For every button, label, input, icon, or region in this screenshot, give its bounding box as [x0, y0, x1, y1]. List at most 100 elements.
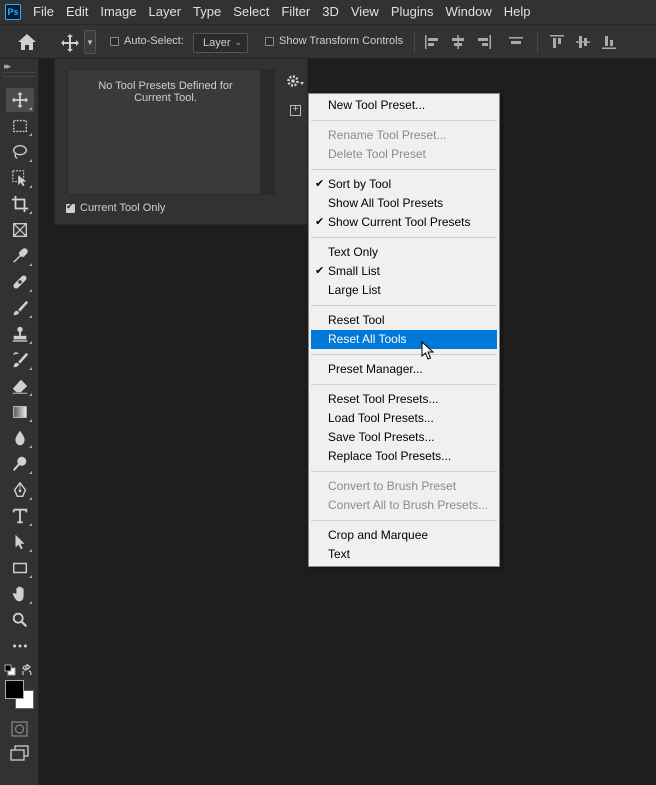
menu-item-replace-tool-presets[interactable]: Replace Tool Presets...	[311, 447, 497, 466]
menu-item-reset-tool-presets[interactable]: Reset Tool Presets...	[311, 390, 497, 409]
menu-item-label: Preset Manager...	[328, 362, 423, 376]
history-brush-tool[interactable]	[6, 348, 34, 372]
path-select-tool[interactable]	[6, 530, 34, 554]
menu-item-save-tool-presets[interactable]: Save Tool Presets...	[311, 428, 497, 447]
current-tool-only-checkbox[interactable]	[66, 201, 75, 213]
menu-item-label: Convert to Brush Preset	[328, 479, 457, 493]
type-tool[interactable]	[6, 504, 34, 528]
menu-item-preset-manager[interactable]: Preset Manager...	[311, 360, 497, 379]
menu-item-label: Delete Tool Preset	[328, 147, 426, 161]
hand-tool[interactable]	[6, 582, 34, 606]
marquee-icon	[13, 119, 27, 133]
lasso-icon	[13, 145, 27, 159]
blur-tool[interactable]	[6, 426, 34, 450]
frame-icon	[13, 223, 27, 237]
tool-preset-picker-button[interactable]: ▼	[84, 30, 96, 54]
menu-image[interactable]: Image	[94, 0, 142, 24]
align-middle-icon[interactable]	[575, 34, 591, 50]
menu-separator	[311, 354, 497, 355]
auto-select-checkbox[interactable]	[110, 36, 119, 46]
menu-layer[interactable]: Layer	[143, 0, 188, 24]
pen-tool[interactable]	[6, 478, 34, 502]
align-bottom-icon[interactable]	[601, 34, 617, 50]
screen-mode-icon[interactable]	[10, 745, 29, 761]
menu-select[interactable]: Select	[227, 0, 275, 24]
panel-grip[interactable]	[2, 72, 35, 77]
menu-item-large-list[interactable]: Large List	[311, 281, 497, 300]
rectangle-icon	[12, 562, 28, 574]
quick-mask-icon[interactable]	[11, 721, 28, 737]
menu-item-text-only[interactable]: Text Only	[311, 243, 497, 262]
menu-separator	[311, 305, 497, 306]
auto-select-group: Auto-Select:	[110, 35, 184, 47]
checkmark-icon: ✔	[315, 216, 325, 228]
dodge-tool[interactable]	[6, 452, 34, 476]
gradient-icon	[13, 406, 27, 418]
menu-item-text[interactable]: Text	[311, 545, 497, 564]
show-transform-checkbox[interactable]	[265, 36, 274, 46]
eraser-icon	[12, 379, 28, 394]
align-right-icon[interactable]	[476, 34, 492, 50]
move-tool[interactable]	[6, 88, 34, 112]
zoom-icon	[12, 612, 28, 628]
align-left-icon[interactable]	[424, 34, 440, 50]
marquee-tool[interactable]	[6, 114, 34, 138]
menu-item-convert-all-to-brush-presets: Convert All to Brush Presets...	[311, 496, 497, 515]
align-center-icon[interactable]	[450, 34, 466, 50]
align-top-edges-icon[interactable]	[508, 34, 524, 50]
object-select-tool[interactable]	[6, 166, 34, 190]
auto-select-target-dropdown[interactable]: Layer ⌄	[193, 33, 248, 53]
menu-item-sort-by-tool[interactable]: ✔ Sort by Tool	[311, 175, 497, 194]
menu-3d[interactable]: 3D	[316, 0, 345, 24]
new-preset-icon[interactable]: +	[290, 105, 301, 116]
align-top-icon[interactable]	[549, 34, 565, 50]
menu-help[interactable]: Help	[498, 0, 537, 24]
foreground-color-swatch[interactable]	[5, 680, 24, 699]
menu-item-load-tool-presets[interactable]: Load Tool Presets...	[311, 409, 497, 428]
menu-item-crop-and-marquee[interactable]: Crop and Marquee	[311, 526, 497, 545]
menu-type[interactable]: Type	[187, 0, 227, 24]
zoom-tool[interactable]	[6, 608, 34, 632]
menu-item-new-tool-preset[interactable]: New Tool Preset...	[311, 96, 497, 115]
home-icon[interactable]	[17, 33, 37, 51]
menu-edit[interactable]: Edit	[60, 0, 94, 24]
chevron-down-icon: ▼	[86, 37, 94, 47]
frame-tool[interactable]	[6, 218, 34, 242]
menu-filter[interactable]: Filter	[275, 0, 316, 24]
crop-tool[interactable]	[6, 192, 34, 216]
more-tools[interactable]	[6, 634, 34, 658]
rectangle-tool[interactable]	[6, 556, 34, 580]
lasso-tool[interactable]	[6, 140, 34, 164]
menu-item-show-all-tool-presets[interactable]: Show All Tool Presets	[311, 194, 497, 213]
divider	[414, 32, 415, 53]
healing-brush-tool[interactable]	[6, 270, 34, 294]
color-swatches	[5, 680, 35, 710]
menu-item-label: Large List	[328, 283, 381, 297]
collapse-panel-icon[interactable]: ▸▸	[4, 61, 11, 72]
menu-view[interactable]: View	[345, 0, 385, 24]
brush-tool[interactable]	[6, 296, 34, 320]
eyedropper-tool[interactable]	[6, 244, 34, 268]
default-colors-icon[interactable]	[4, 664, 16, 676]
menu-file[interactable]: File	[27, 0, 60, 24]
tool-presets-list[interactable]: No Tool Presets Defined for Current Tool…	[67, 69, 261, 195]
gear-icon[interactable]	[285, 73, 305, 90]
menu-item-reset-all-tools[interactable]: Reset All Tools	[311, 330, 497, 349]
move-tool-icon[interactable]	[60, 33, 80, 53]
clone-stamp-tool[interactable]	[6, 322, 34, 346]
menu-item-show-current-tool-presets[interactable]: ✔ Show Current Tool Presets	[311, 213, 497, 232]
menu-item-label: Reset Tool Presets...	[328, 392, 439, 406]
menu-plugins[interactable]: Plugins	[385, 0, 440, 24]
swap-colors-icon[interactable]	[21, 664, 33, 676]
menu-window[interactable]: Window	[439, 0, 497, 24]
empty-presets-message: No Tool Presets Defined for Current Tool…	[98, 80, 233, 104]
gradient-tool[interactable]	[6, 400, 34, 424]
presets-scrollbar[interactable]	[261, 69, 275, 195]
checkmark-icon: ✔	[315, 265, 325, 277]
eraser-tool[interactable]	[6, 374, 34, 398]
tool-presets-panel: No Tool Presets Defined for Current Tool…	[54, 59, 308, 225]
menu-separator	[311, 384, 497, 385]
menu-item-reset-tool[interactable]: Reset Tool	[311, 311, 497, 330]
menu-item-small-list[interactable]: ✔ Small List	[311, 262, 497, 281]
current-tool-only-group: Current Tool Only	[66, 201, 165, 214]
